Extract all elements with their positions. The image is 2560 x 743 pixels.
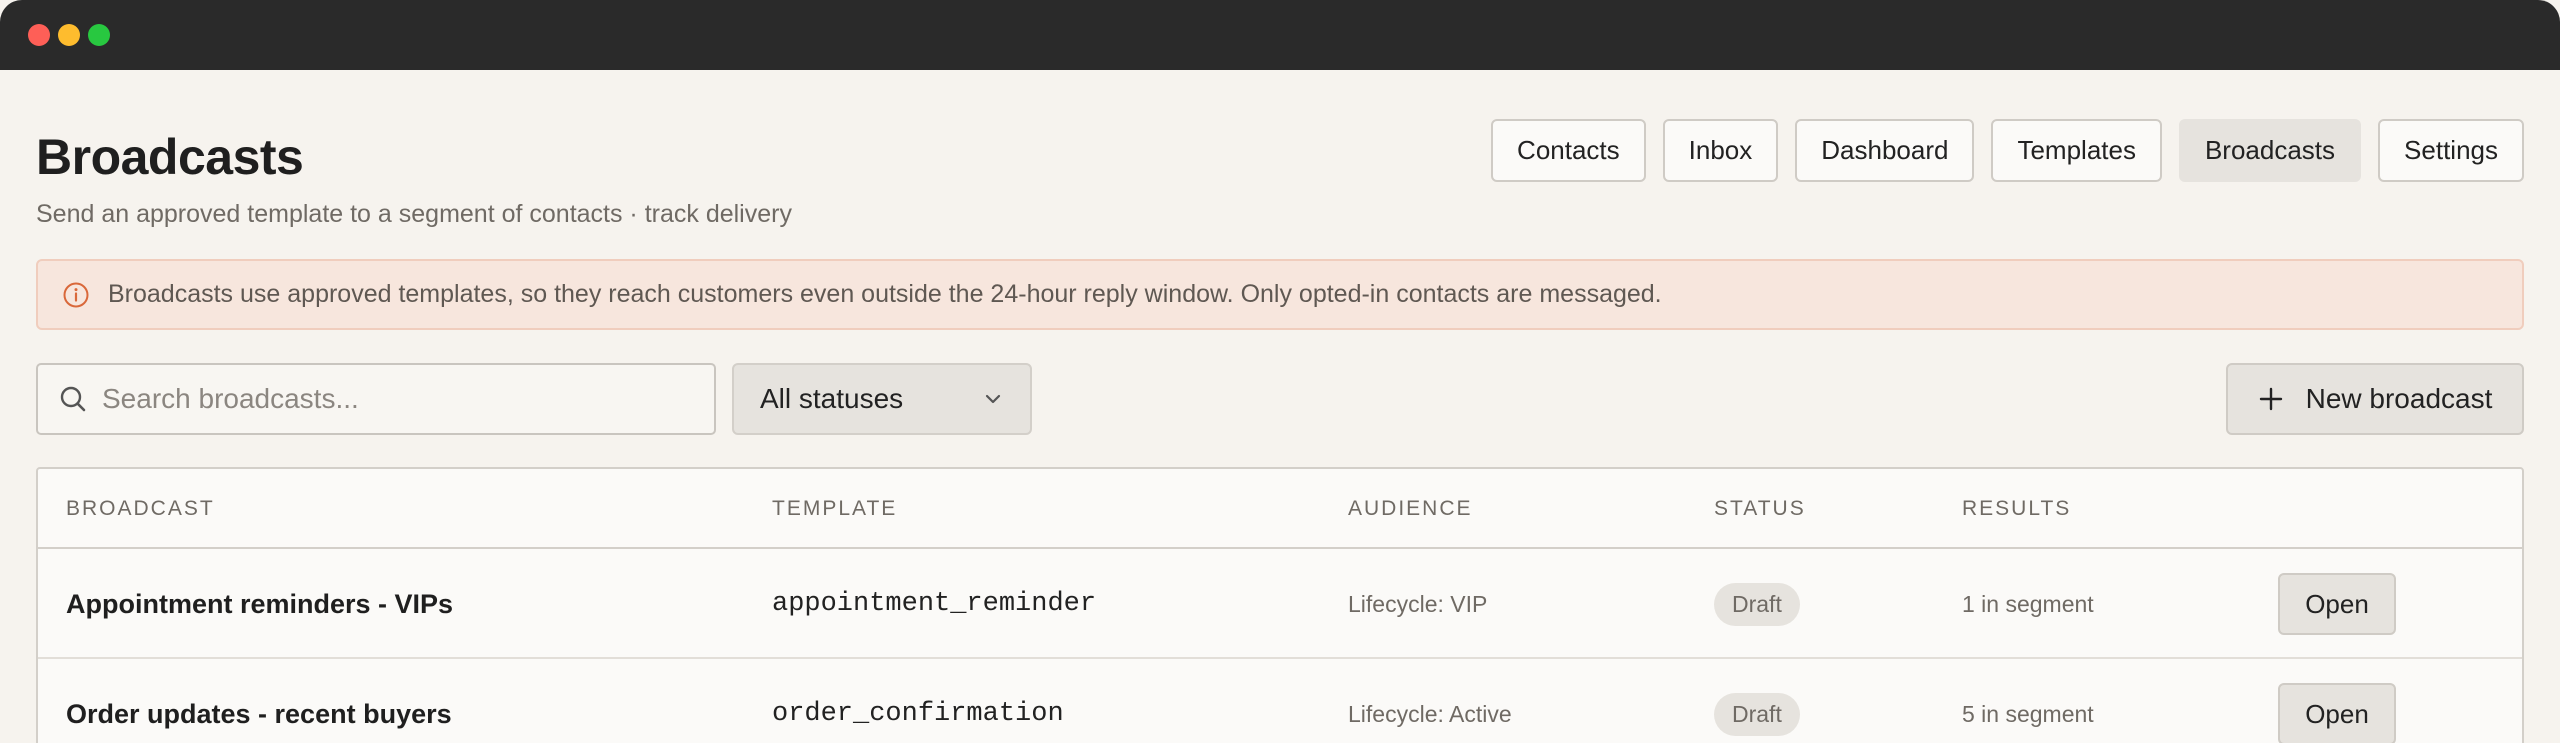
info-circle-icon: [62, 281, 90, 309]
table-header: BROADCAST TEMPLATE AUDIENCE STATUS RESUL…: [38, 469, 2522, 549]
page-title: Broadcasts: [36, 129, 304, 185]
new-broadcast-label: New broadcast: [2305, 383, 2493, 414]
open-button[interactable]: Open: [2278, 683, 2396, 743]
page-subtitle: Send an approved template to a segment o…: [36, 200, 792, 228]
close-window-button[interactable]: [28, 24, 50, 46]
nav-broadcasts-button[interactable]: Broadcasts: [2178, 119, 2362, 182]
minimize-window-button[interactable]: [58, 24, 80, 46]
column-header-template[interactable]: TEMPLATE: [772, 497, 897, 521]
broadcast-name: Order updates - recent buyers: [66, 698, 452, 729]
table-row[interactable]: Order updates - recent buyers order_conf…: [38, 659, 2522, 743]
top-nav: Contacts Inbox Dashboard Templates Broad…: [1491, 119, 2524, 182]
nav-templates-button[interactable]: Templates: [1991, 119, 2162, 182]
chevron-down-icon: [982, 388, 1004, 410]
audience-label: Lifecycle: Active: [1348, 700, 1512, 727]
window-titlebar: [0, 0, 2560, 70]
results-text: 5 in segment: [1962, 700, 2094, 727]
info-banner-text: Broadcasts use approved templates, so th…: [108, 280, 1662, 308]
nav-settings-button[interactable]: Settings: [2378, 119, 2524, 182]
nav-contacts-button[interactable]: Contacts: [1491, 119, 1646, 182]
search-icon: [58, 384, 88, 414]
nav-dashboard-button[interactable]: Dashboard: [1795, 119, 1975, 182]
search-field[interactable]: [36, 363, 716, 435]
new-broadcast-button[interactable]: New broadcast: [2226, 363, 2524, 435]
template-name: order_confirmation: [772, 699, 1064, 729]
broadcasts-table: BROADCAST TEMPLATE AUDIENCE STATUS RESUL…: [36, 467, 2524, 743]
column-header-broadcast[interactable]: BROADCAST: [66, 497, 215, 521]
audience-label: Lifecycle: VIP: [1348, 590, 1488, 617]
open-button[interactable]: Open: [2278, 573, 2396, 635]
search-input[interactable]: [102, 383, 662, 415]
info-banner: Broadcasts use approved templates, so th…: [36, 259, 2524, 330]
column-header-status[interactable]: STATUS: [1714, 497, 1806, 521]
nav-inbox-button[interactable]: Inbox: [1662, 119, 1779, 182]
table-row[interactable]: Appointment reminders - VIPs appointment…: [38, 549, 2522, 659]
status-filter-value: All statuses: [760, 383, 904, 414]
column-header-audience[interactable]: AUDIENCE: [1348, 497, 1473, 521]
column-header-results[interactable]: RESULTS: [1962, 497, 2071, 521]
broadcast-name: Appointment reminders - VIPs: [66, 588, 454, 619]
status-badge: Draft: [1714, 582, 1800, 626]
status-filter-select[interactable]: All statuses: [732, 363, 1032, 435]
status-badge: Draft: [1714, 692, 1800, 736]
results-text: 1 in segment: [1962, 590, 2094, 617]
plus-icon: [2258, 386, 2284, 412]
maximize-window-button[interactable]: [88, 24, 110, 46]
template-name: appointment_reminder: [772, 589, 1097, 619]
